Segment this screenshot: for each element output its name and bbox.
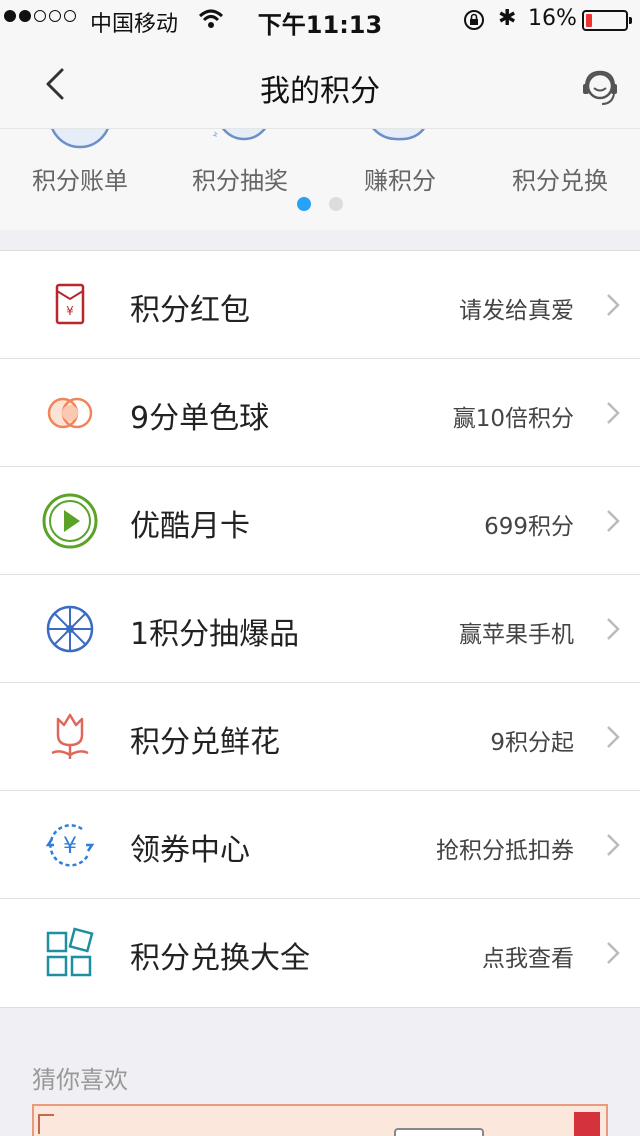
- page-indicator: [0, 197, 640, 211]
- list-item-red-envelope[interactable]: ¥ 积分红包 请发给真爱: [0, 251, 640, 359]
- nav-bar: 我的积分: [0, 40, 640, 128]
- section-title-recommend: 猜你喜欢: [32, 1066, 128, 1094]
- list-item-exchange-all[interactable]: 积分兑换大全 点我查看: [0, 899, 640, 1007]
- list-item-lottery-ball[interactable]: 9分单色球 赢10倍积分: [0, 359, 640, 467]
- play-circle-icon: [42, 493, 98, 549]
- shortcut-label: 赚积分: [364, 167, 436, 195]
- earn-icon: [372, 129, 425, 141]
- shortcut-label: 积分账单: [32, 167, 128, 195]
- page-title: 我的积分: [260, 74, 380, 109]
- bluetooth-icon: ✱: [498, 6, 517, 31]
- banner-red-tag: [574, 1112, 600, 1136]
- red-envelope-icon: ¥: [55, 283, 85, 325]
- status-bar: 中国移动 下午11:13 ✱ 16%: [0, 0, 640, 40]
- svg-text:¥: ¥: [66, 304, 74, 318]
- item-subtitle: 赢苹果手机: [459, 622, 574, 648]
- item-title: 积分兑换大全: [130, 941, 310, 976]
- list-item-coupon-center[interactable]: ¥ 领券中心 抢积分抵扣券: [0, 791, 640, 899]
- lottery-balls-icon: [47, 397, 93, 429]
- grid-apps-icon: [46, 927, 94, 977]
- list-item-youku-card[interactable]: 优酷月卡 699积分: [0, 467, 640, 575]
- lottery-icon: [212, 129, 267, 141]
- list-item-hot-prize[interactable]: 1积分抽爆品 赢苹果手机: [0, 575, 640, 683]
- chevron-right-icon: [607, 834, 620, 856]
- item-title: 领券中心: [130, 833, 250, 868]
- page-dot[interactable]: [329, 197, 343, 211]
- banner-pill: [394, 1128, 484, 1136]
- wheel-icon: [46, 605, 94, 653]
- rotation-lock-icon: [464, 10, 484, 30]
- points-menu-list: ¥ 积分红包 请发给真爱 9分单色球 赢10倍积分 优酷月卡 699积分 1积分…: [0, 250, 640, 1008]
- item-title: 9分单色球: [130, 401, 270, 436]
- item-subtitle: 抢积分抵扣券: [436, 838, 574, 864]
- shortcut-label: 积分兑换: [512, 167, 608, 195]
- chevron-right-icon: [607, 402, 620, 424]
- list-item-flowers[interactable]: 积分兑鲜花 9积分起: [0, 683, 640, 791]
- battery-percent: 16%: [528, 6, 577, 31]
- chevron-right-icon: [607, 942, 620, 964]
- chevron-right-icon: [607, 294, 620, 316]
- chevron-right-icon: [607, 726, 620, 748]
- chevron-right-icon: [607, 510, 620, 532]
- item-title: 积分兑鲜花: [130, 725, 280, 760]
- shortcuts-carousel[interactable]: 积分账单 积分抽奖 赚积分 积分兑换: [0, 128, 640, 230]
- battery-icon: [582, 10, 632, 31]
- coupon-yuan-icon: ¥: [45, 824, 95, 867]
- bill-icon: [51, 129, 109, 149]
- item-subtitle: 699积分: [484, 514, 574, 540]
- item-subtitle: 请发给真爱: [459, 298, 574, 324]
- item-title: 1积分抽爆品: [130, 617, 300, 652]
- customer-service-button[interactable]: [578, 66, 622, 110]
- recommend-banner[interactable]: [32, 1104, 608, 1136]
- shortcut-label: 积分抽奖: [192, 167, 288, 195]
- page-dot[interactable]: [297, 197, 311, 211]
- item-subtitle: 赢10倍积分: [452, 406, 574, 432]
- item-title: 优酷月卡: [130, 509, 250, 544]
- gift-box-icon: [530, 128, 590, 149]
- svg-text:¥: ¥: [63, 834, 77, 859]
- chevron-right-icon: [607, 618, 620, 640]
- decorative-corner: [38, 1114, 54, 1134]
- item-subtitle: 9积分起: [490, 730, 574, 756]
- flower-icon: [51, 713, 89, 759]
- item-title: 积分红包: [130, 293, 250, 328]
- item-subtitle: 点我查看: [482, 946, 574, 972]
